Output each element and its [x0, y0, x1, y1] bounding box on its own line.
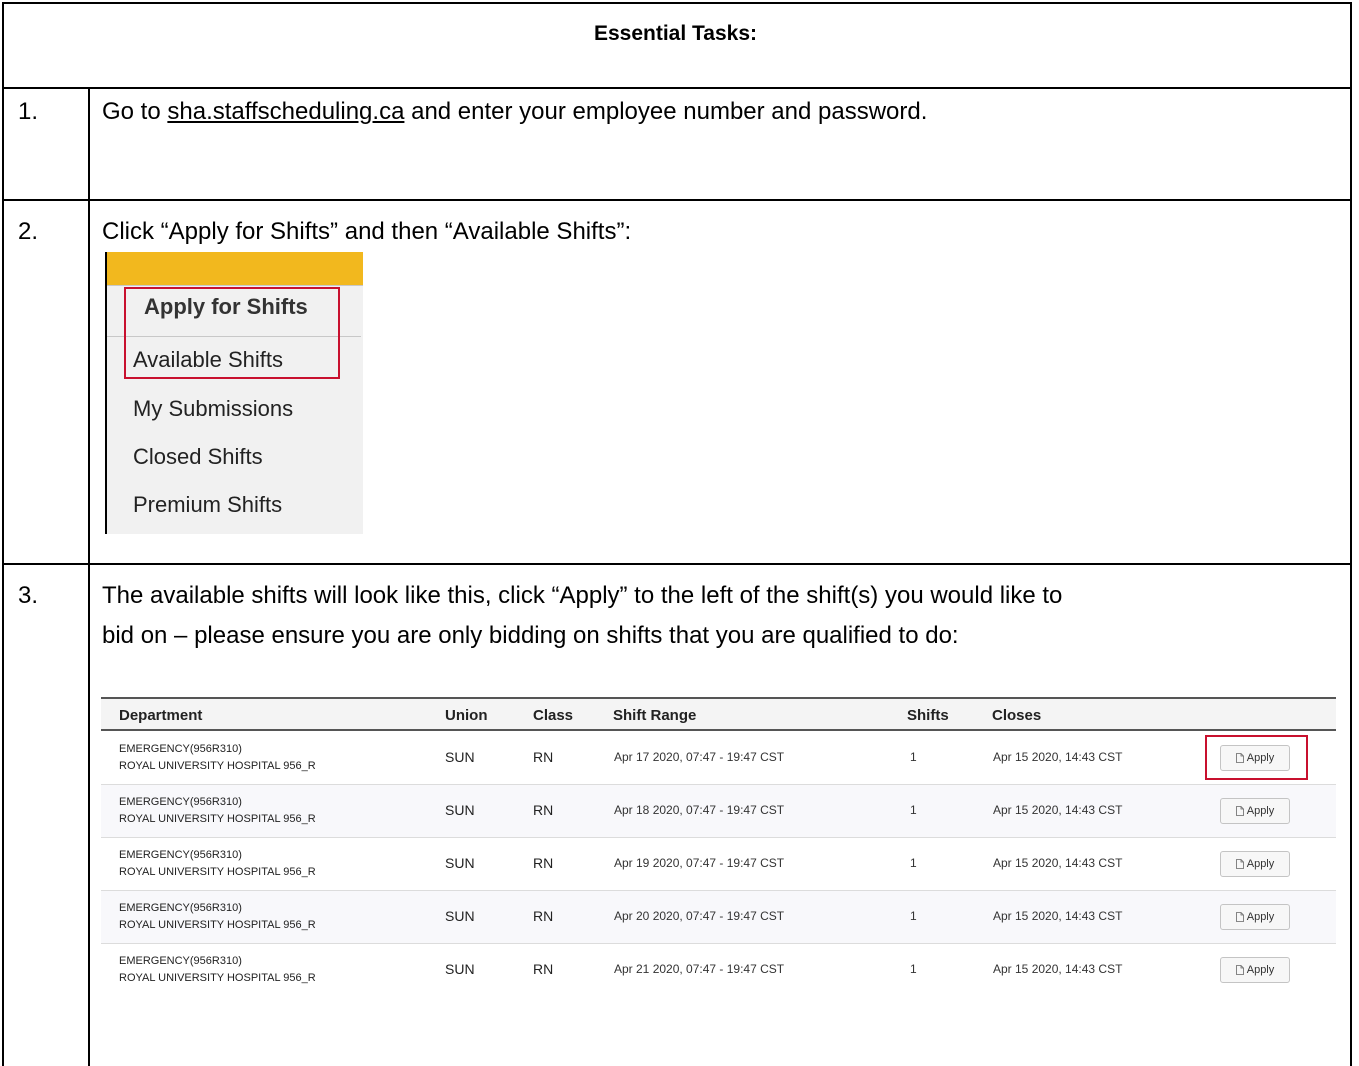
step-3-text-line1: The available shifts will look like this…: [102, 582, 1063, 609]
department-site: ROYAL UNIVERSITY HOSPITAL 956_R: [119, 972, 316, 984]
department-site: ROYAL UNIVERSITY HOSPITAL 956_R: [119, 760, 316, 772]
document-icon: [1235, 965, 1244, 975]
shift-range-cell: Apr 20 2020, 07:47 - 19:47 CST: [614, 909, 785, 923]
department-name: EMERGENCY(956R310): [119, 743, 242, 755]
step-2-text: Click “Apply for Shifts” and then “Avail…: [102, 218, 632, 245]
apply-button-label: Apply: [1246, 911, 1275, 923]
highlight-box: [124, 287, 340, 379]
apply-button[interactable]: Apply: [1220, 904, 1290, 930]
class-cell: RN: [533, 961, 554, 977]
column-header-closes: Closes: [992, 707, 1042, 724]
table-header: Department Union Class Shift Range Shift…: [101, 699, 1336, 731]
column-header-union: Union: [445, 707, 488, 724]
union-cell: SUN: [445, 908, 475, 924]
shifts-count-cell: 1: [910, 803, 917, 817]
menu-item-premium-shifts[interactable]: Premium Shifts: [133, 492, 282, 518]
table-border-left: [2, 2, 4, 1066]
class-cell: RN: [533, 749, 554, 765]
table-row: EMERGENCY(956R310) ROYAL UNIVERSITY HOSP…: [101, 944, 1336, 997]
available-shifts-table: Department Union Class Shift Range Shift…: [101, 697, 1336, 994]
class-cell: RN: [533, 908, 554, 924]
step-number: 2.: [18, 218, 39, 245]
apply-button[interactable]: Apply: [1220, 798, 1290, 824]
closes-cell: Apr 15 2020, 14:43 CST: [993, 803, 1123, 817]
row-divider: [2, 563, 1352, 565]
closes-cell: Apr 15 2020, 14:43 CST: [993, 750, 1123, 764]
step-number: 3.: [18, 582, 39, 609]
document-icon: [1235, 859, 1244, 869]
step-number: 1.: [18, 98, 39, 125]
document-icon: [1235, 912, 1244, 922]
class-cell: RN: [533, 855, 554, 871]
closes-cell: Apr 15 2020, 14:43 CST: [993, 856, 1123, 870]
shifts-count-cell: 1: [910, 962, 917, 976]
menu-header-bar: [107, 252, 363, 285]
staffscheduling-link[interactable]: sha.staffscheduling.ca: [167, 98, 404, 125]
union-cell: SUN: [445, 961, 475, 977]
apply-button-label: Apply: [1246, 805, 1275, 817]
department-site: ROYAL UNIVERSITY HOSPITAL 956_R: [119, 919, 316, 931]
union-cell: SUN: [445, 855, 475, 871]
table-row: EMERGENCY(956R310) ROYAL UNIVERSITY HOSP…: [101, 785, 1336, 838]
shifts-count-cell: 1: [910, 909, 917, 923]
step-1-text-before: Go to: [102, 98, 168, 125]
apply-button-label: Apply: [1246, 858, 1275, 870]
shift-range-cell: Apr 19 2020, 07:47 - 19:47 CST: [614, 856, 785, 870]
department-name: EMERGENCY(956R310): [119, 955, 242, 967]
department-site: ROYAL UNIVERSITY HOSPITAL 956_R: [119, 866, 316, 878]
column-divider: [88, 87, 90, 1066]
divider: [107, 285, 363, 286]
department-site: ROYAL UNIVERSITY HOSPITAL 956_R: [119, 813, 316, 825]
apply-button[interactable]: Apply: [1220, 957, 1290, 983]
column-header-department: Department: [119, 707, 203, 724]
row-divider: [2, 87, 1352, 89]
document-icon: [1235, 806, 1244, 816]
department-name: EMERGENCY(956R310): [119, 902, 242, 914]
row-divider: [2, 199, 1352, 201]
department-name: EMERGENCY(956R310): [119, 796, 242, 808]
closes-cell: Apr 15 2020, 14:43 CST: [993, 909, 1123, 923]
class-cell: RN: [533, 802, 554, 818]
highlight-box: [1205, 735, 1308, 780]
apply-button[interactable]: Apply: [1220, 851, 1290, 877]
table-row: EMERGENCY(956R310) ROYAL UNIVERSITY HOSP…: [101, 732, 1336, 785]
department-name: EMERGENCY(956R310): [119, 849, 242, 861]
union-cell: SUN: [445, 802, 475, 818]
shifts-count-cell: 1: [910, 856, 917, 870]
table-row: EMERGENCY(956R310) ROYAL UNIVERSITY HOSP…: [101, 891, 1336, 944]
column-header-shift-range: Shift Range: [613, 707, 697, 724]
column-header-shifts: Shifts: [907, 707, 949, 724]
menu-item-my-submissions[interactable]: My Submissions: [133, 396, 293, 422]
document-title: Essential Tasks:: [593, 22, 758, 45]
table-border-right: [1350, 2, 1352, 1066]
essential-tasks-document: Essential Tasks: 1. Go to sha.staffsched…: [0, 0, 1359, 1066]
shift-range-cell: Apr 17 2020, 07:47 - 19:47 CST: [614, 750, 785, 764]
table-border-top: [2, 2, 1352, 4]
column-header-class: Class: [533, 707, 574, 724]
step-1-text: Go to sha.staffscheduling.ca and enter y…: [102, 94, 927, 130]
shift-range-cell: Apr 21 2020, 07:47 - 19:47 CST: [614, 962, 785, 976]
union-cell: SUN: [445, 749, 475, 765]
menu-item-closed-shifts[interactable]: Closed Shifts: [133, 444, 263, 470]
table-row: EMERGENCY(956R310) ROYAL UNIVERSITY HOSP…: [101, 838, 1336, 891]
shifts-count-cell: 1: [910, 750, 917, 764]
closes-cell: Apr 15 2020, 14:43 CST: [993, 962, 1123, 976]
apply-button-label: Apply: [1246, 964, 1275, 976]
step-3-text-line2: bid on – please ensure you are only bidd…: [102, 622, 959, 649]
shift-range-cell: Apr 18 2020, 07:47 - 19:47 CST: [614, 803, 785, 817]
step-1-text-after: and enter your employee number and passw…: [404, 98, 928, 125]
